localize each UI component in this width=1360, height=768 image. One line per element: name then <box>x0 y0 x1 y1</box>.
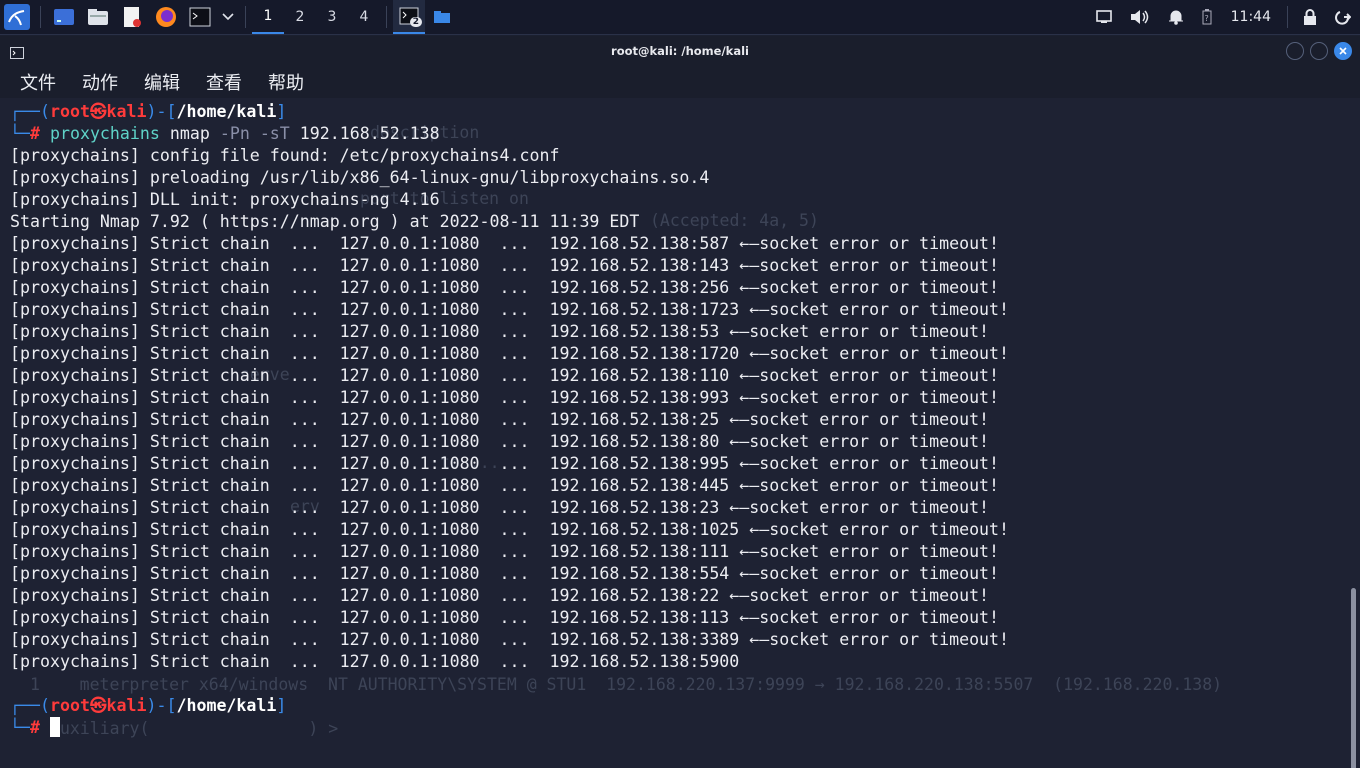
workspace-4[interactable]: 4 <box>348 0 380 34</box>
terminal-task-button[interactable]: 2 <box>393 0 425 34</box>
chain-line: [proxychains] Strict chain ... 127.0.0.1… <box>10 432 990 451</box>
power-icon[interactable] <box>1335 9 1351 25</box>
chain-line: [proxychains] Strict chain ... 127.0.0.1… <box>10 344 1010 363</box>
clock[interactable]: 11:44 <box>1231 9 1271 25</box>
menu-help[interactable]: 帮助 <box>268 69 304 95</box>
close-icon <box>1339 47 1347 55</box>
minimize-button[interactable] <box>1286 42 1304 60</box>
desktop-icon[interactable] <box>51 4 77 30</box>
chain-line: [proxychains] Strict chain ... 127.0.0.1… <box>10 608 1000 627</box>
chain-line: [proxychains] Strict chain ... 127.0.0.1… <box>10 630 1010 649</box>
firefox-icon[interactable] <box>153 4 179 30</box>
system-tray: ? 11:44 <box>1087 0 1360 34</box>
chain-line: [proxychains] Strict chain ... 127.0.0.1… <box>10 586 990 605</box>
prompt-line: ┌──(root㉿kali)-[/home/kali] <box>10 696 287 715</box>
menu-view[interactable]: 查看 <box>206 69 242 95</box>
menu-action[interactable]: 动作 <box>82 69 118 95</box>
chain-line: [proxychains] Strict chain ... 127.0.0.1… <box>10 520 1010 539</box>
kali-menu-icon[interactable] <box>4 4 30 30</box>
terminal-lines: ┌──(root㉿kali)-[/home/kali] └─# proxycha… <box>10 101 1009 739</box>
menu-file[interactable]: 文件 <box>20 69 56 95</box>
svg-text:?: ? <box>1204 14 1208 23</box>
output-line: [proxychains] preloading /usr/lib/x86_64… <box>10 168 710 187</box>
folder-task-icon[interactable] <box>429 4 455 30</box>
terminal-icon[interactable] <box>187 4 213 30</box>
workspace-3[interactable]: 3 <box>316 0 348 34</box>
workspace-2[interactable]: 2 <box>284 0 316 34</box>
chain-line: [proxychains] Strict chain ... 127.0.0.1… <box>10 498 990 517</box>
volume-icon[interactable] <box>1130 9 1150 25</box>
window-title: root@kali: /home/kali <box>611 44 749 58</box>
workspace-1[interactable]: 1 <box>252 0 284 34</box>
chain-line: [proxychains] Strict chain ... 127.0.0.1… <box>10 564 1000 583</box>
output-line: [proxychains] DLL init: proxychains-ng 4… <box>10 190 440 209</box>
taskbar-separator <box>245 6 246 28</box>
chain-line: [proxychains] Strict chain ... 127.0.0.1… <box>10 410 990 429</box>
menu-edit[interactable]: 编辑 <box>144 69 180 95</box>
prompt-line: ┌──(root㉿kali)-[/home/kali] <box>10 102 287 121</box>
terminal-window: root@kali: /home/kali 文件 动作 编辑 查看 帮助 des… <box>0 36 1360 768</box>
chain-line: [proxychains] Strict chain ... 127.0.0.1… <box>10 322 990 341</box>
chain-line: [proxychains] Strict chain ... 127.0.0.1… <box>10 234 1000 253</box>
dropdown-chevron-icon[interactable] <box>221 4 235 30</box>
terminal-scrollbar[interactable] <box>1346 98 1360 768</box>
maximize-button[interactable] <box>1310 42 1328 60</box>
chain-line: [proxychains] Strict chain ... 127.0.0.1… <box>10 476 1000 495</box>
taskbar-separator <box>40 6 41 28</box>
lock-icon[interactable] <box>1303 9 1317 25</box>
taskbar-separator <box>386 6 387 28</box>
window-titlebar[interactable]: root@kali: /home/kali <box>0 36 1360 66</box>
output-line: Starting Nmap 7.92 ( https://nmap.org ) … <box>10 212 640 231</box>
chain-line: [proxychains] Strict chain ... 127.0.0.1… <box>10 366 1000 385</box>
file-manager-icon[interactable] <box>85 4 111 30</box>
text-cursor <box>49 717 60 737</box>
chain-line: [proxychains] Strict chain ... 127.0.0.1… <box>10 388 1000 407</box>
chain-line: [proxychains] Strict chain ... 127.0.0.1… <box>10 542 1000 561</box>
text-editor-icon[interactable] <box>119 4 145 30</box>
task-count-badge: 2 <box>409 17 422 27</box>
battery-icon[interactable]: ? <box>1202 9 1212 25</box>
chain-line: [proxychains] Strict chain ... 127.0.0.1… <box>10 652 740 671</box>
terminal-output[interactable]: description port to listen on (Accepted:… <box>0 98 1346 768</box>
input-line[interactable]: └─# <box>10 717 1009 739</box>
chain-line: [proxychains] Strict chain ... 127.0.0.1… <box>10 454 1000 473</box>
chain-line: [proxychains] Strict chain ... 127.0.0.1… <box>10 278 1000 297</box>
tray-separator <box>1287 6 1288 28</box>
menu-bar: 文件 动作 编辑 查看 帮助 <box>0 66 1360 98</box>
display-icon[interactable] <box>1095 10 1112 24</box>
top-panel: 1 2 3 4 2 ? 11:44 <box>0 0 1360 35</box>
scrollbar-thumb[interactable] <box>1351 588 1356 768</box>
notification-bell-icon[interactable] <box>1168 9 1184 25</box>
chain-line: [proxychains] Strict chain ... 127.0.0.1… <box>10 256 1000 275</box>
close-button[interactable] <box>1334 42 1352 60</box>
output-line: [proxychains] config file found: /etc/pr… <box>10 146 560 165</box>
chain-line: [proxychains] Strict chain ... 127.0.0.1… <box>10 300 1010 319</box>
command-line: └─# proxychains nmap -Pn -sT 192.168.52.… <box>10 124 440 143</box>
